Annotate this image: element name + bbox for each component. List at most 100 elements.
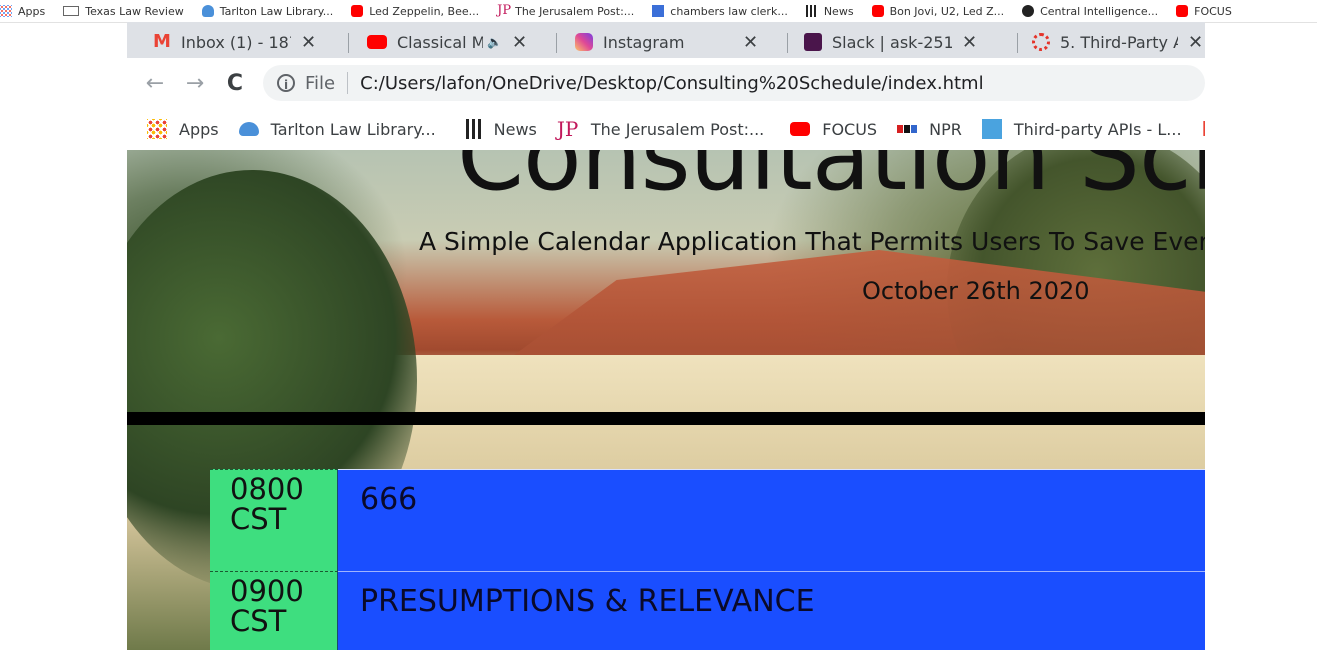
bookmark-label: Apps [179, 119, 219, 139]
youtube-icon [871, 5, 884, 17]
outer-bookmark-label: Central Intelligence... [1040, 4, 1159, 18]
close-icon[interactable]: ✕ [1188, 32, 1203, 53]
youtube-icon [790, 122, 811, 136]
bookmark-label: The Jerusalem Post:... [590, 119, 765, 139]
back-arrow-icon: ← [145, 70, 165, 96]
schedule-list: 0800 CST 666 0900 CST PRESUMPTIONS & REL… [210, 469, 1205, 650]
outer-bookmark-texas-law-review[interactable]: Texas Law Review [63, 5, 184, 18]
bookmark-gmail[interactable]: M Gm [1202, 119, 1205, 139]
bookmarks-bar: Apps Tarlton Law Library... News JP The … [127, 108, 1205, 151]
outer-bookmark-label: The Jerusalem Post:... [515, 4, 635, 18]
canvas-icon [1032, 33, 1050, 51]
close-icon[interactable]: ✕ [512, 32, 527, 53]
current-date: October 26th 2020 [862, 277, 1090, 305]
npr-icon [897, 125, 918, 133]
reload-icon: C [226, 70, 244, 96]
address-bar[interactable]: i File C:/Users/lafon/OneDrive/Desktop/C… [263, 65, 1205, 101]
tab-instagram[interactable]: Instagram ✕ [557, 26, 788, 58]
bookmark-label: Third-party APIs - L... [1013, 119, 1182, 139]
tlr-icon [63, 6, 80, 16]
outer-bookmark-apps[interactable]: Apps [0, 5, 45, 18]
url-divider [347, 72, 349, 94]
tab-slack[interactable]: Slack | ask-2511 ✕ [788, 26, 1018, 58]
bookmark-label: FOCUS [822, 119, 878, 139]
tab-label: Slack | ask-2511 [832, 32, 952, 52]
event-textarea[interactable]: 666 [338, 469, 1205, 571]
apps-grid-icon [147, 119, 167, 139]
hour-zone: CST [230, 604, 287, 638]
jp-icon: JP [497, 3, 512, 18]
hour-zone: CST [230, 502, 287, 536]
tab-label: Classical Mu [397, 32, 483, 52]
outer-bookmark-label: FOCUS [1194, 4, 1232, 18]
instagram-icon [575, 33, 593, 51]
doc-icon [652, 5, 665, 17]
bookmark-apps[interactable]: Apps [147, 119, 219, 139]
forward-arrow-icon: → [185, 70, 205, 96]
bookmark-label: Tarlton Law Library... [270, 119, 436, 139]
tab-label: Instagram [603, 32, 685, 52]
tab-third-party-apis[interactable]: 5. Third-Party AP ✕ [1018, 26, 1205, 58]
page-content: Consultation Sch A Simple Calendar Appli… [127, 150, 1205, 650]
bookmark-focus[interactable]: FOCUS [790, 120, 877, 139]
bookmark-label: NPR [929, 119, 962, 139]
canvas-icon [981, 119, 1002, 139]
info-icon[interactable]: i [277, 74, 295, 92]
bookmark-npr[interactable]: NPR [897, 120, 962, 139]
outer-bookmark-news[interactable]: News [805, 4, 854, 18]
outer-bookmark-led-zeppelin[interactable]: Led Zeppelin, Bee... [351, 5, 479, 18]
browser-window: M Inbox (1) - 187fu ✕ Classical Mu 🔈 ✕ I… [127, 22, 1205, 650]
close-icon[interactable]: ✕ [743, 32, 758, 53]
bookmark-tarlton[interactable]: Tarlton Law Library... [238, 119, 436, 139]
youtube-icon [1176, 5, 1189, 17]
url-text: C:/Users/lafon/OneDrive/Desktop/Consulti… [360, 72, 984, 94]
tab-label: Inbox (1) - 187fu [181, 32, 291, 52]
outer-bookmarks-bar: Apps Texas Law Review Tarlton Law Librar… [0, 0, 1317, 23]
time-block-row: 0900 CST PRESUMPTIONS & RELEVANCE [210, 571, 1205, 650]
tab-strip: M Inbox (1) - 187fu ✕ Classical Mu 🔈 ✕ I… [127, 22, 1205, 58]
apps-grid-icon [0, 5, 12, 17]
back-button[interactable]: ← [135, 63, 175, 103]
news-icon [805, 5, 818, 17]
outer-bookmark-label: Bon Jovi, U2, Led Z... [889, 4, 1005, 18]
gmail-icon: M [1202, 119, 1205, 139]
hour-time: 0900 [230, 574, 304, 608]
bookmark-label: News [493, 119, 537, 139]
forward-button[interactable]: → [175, 63, 215, 103]
outer-bookmark-chambers[interactable]: chambers law clerk... [652, 5, 788, 18]
close-icon[interactable]: ✕ [962, 32, 977, 53]
tab-classical-music[interactable]: Classical Mu 🔈 ✕ [349, 26, 557, 58]
tab-gmail[interactable]: M Inbox (1) - 187fu ✕ [127, 26, 349, 58]
outer-bookmark-label: Tarlton Law Library... [219, 4, 334, 18]
audio-icon[interactable]: 🔈 [487, 35, 502, 49]
address-toolbar: ← → C i File C:/Users/lafon/OneDrive/Des… [127, 58, 1205, 108]
outer-bookmark-focus[interactable]: FOCUS [1176, 5, 1232, 18]
hour-label: 0800 CST [210, 469, 338, 571]
outer-bookmark-cia[interactable]: Central Intelligence... [1022, 5, 1158, 18]
cloud-icon [201, 5, 214, 17]
cia-icon [1022, 5, 1035, 17]
news-icon [465, 119, 482, 139]
bookmark-third-party-apis[interactable]: Third-party APIs - L... [981, 119, 1182, 139]
outer-bookmark-jerusalem-post[interactable]: JP The Jerusalem Post:... [497, 3, 635, 18]
cloud-icon [238, 122, 259, 136]
tab-label: 5. Third-Party AP [1060, 32, 1178, 52]
close-icon[interactable]: ✕ [301, 32, 316, 53]
jp-icon: JP [556, 117, 579, 141]
hour-time: 0800 [230, 472, 304, 506]
header-divider [127, 412, 1205, 425]
page-subtitle: A Simple Calendar Application That Permi… [419, 227, 1205, 256]
outer-bookmark-tarlton[interactable]: Tarlton Law Library... [201, 4, 334, 18]
outer-bookmark-label: News [823, 4, 854, 18]
gmail-icon: M [153, 31, 171, 52]
youtube-icon [367, 35, 387, 49]
bookmark-news[interactable]: News [465, 119, 537, 139]
outer-bookmark-label: Led Zeppelin, Bee... [369, 4, 480, 18]
outer-bookmark-label: Apps [18, 4, 46, 18]
event-textarea[interactable]: PRESUMPTIONS & RELEVANCE [338, 571, 1205, 650]
reload-button[interactable]: C [215, 63, 255, 103]
bookmark-jerusalem-post[interactable]: JP The Jerusalem Post:... [557, 119, 764, 139]
outer-bookmark-bon-jovi[interactable]: Bon Jovi, U2, Led Z... [871, 4, 1005, 18]
time-block-row: 0800 CST 666 [210, 469, 1205, 571]
hour-label: 0900 CST [210, 571, 338, 650]
